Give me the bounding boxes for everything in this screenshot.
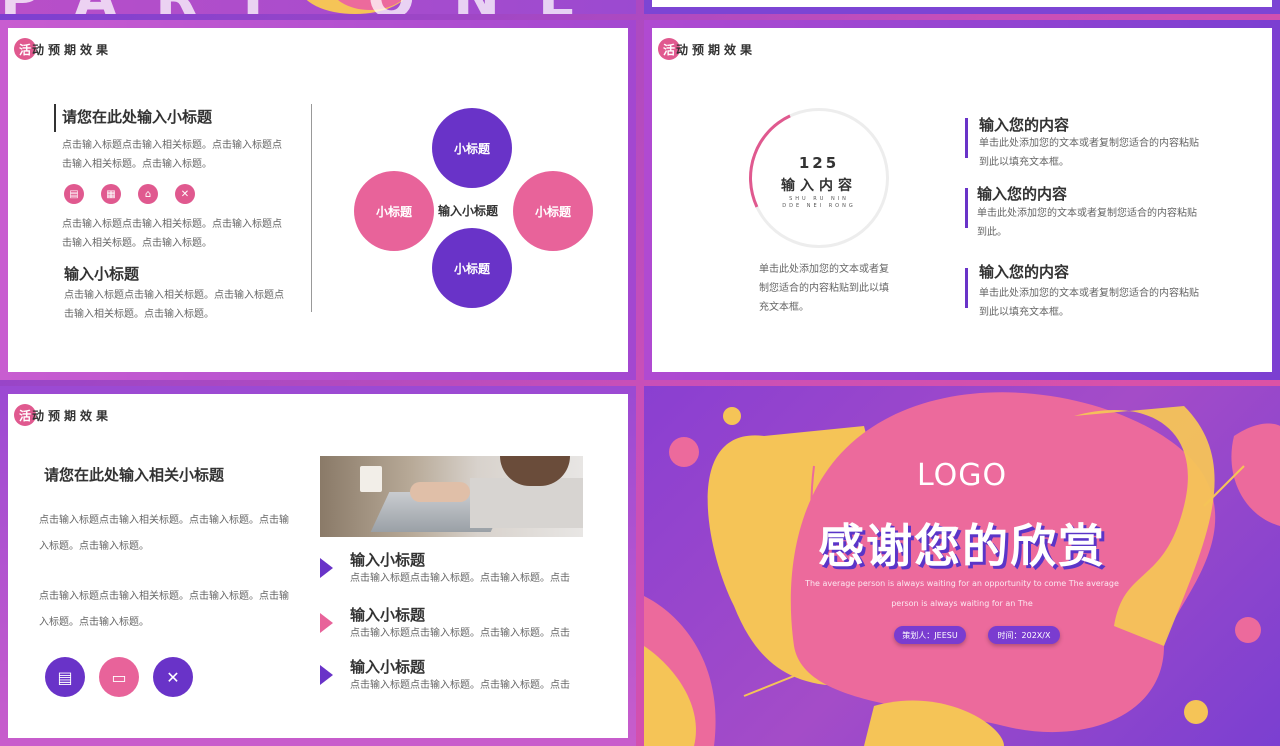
center-label: 输入小标题 (438, 204, 499, 218)
paragraph: 点击输入标题点击输入相关标题。点击输入标题点击输入相关标题。点击输入标题。 (62, 219, 282, 249)
thanks-title: 感谢您的欣赏 (818, 519, 1106, 573)
strip-inner (652, 0, 1272, 7)
paragraph: 点击输入标题点击输入相关标题。点击输入标题点击输入相关标题。点击输入标题。 (62, 140, 282, 170)
tools-icon: ✕ (153, 657, 193, 697)
ring-number: 125 (798, 154, 840, 172)
section-heading: 活 动预期效果 (14, 38, 112, 60)
slide-expected-effect-1[interactable]: 活 动预期效果 请您在此处输入小标题 点击输入标题点击输入相关标题。点击输入标题… (0, 20, 636, 380)
divider (311, 104, 312, 312)
part-title: PART ONE (0, 0, 614, 14)
paragraph: 点击输入标题点击输入相关标题。点击输入标题。点击输入标题。点击输入标题。 (39, 591, 289, 628)
slide-content: 活 动预期效果 请您在此处输入小标题 点击输入标题点击输入相关标题。点击输入标题… (8, 28, 628, 372)
item-text: 单击此处添加您的文本或者复制您适合的内容粘贴到此以填充文本框。 (979, 138, 1199, 168)
item-bar (965, 188, 968, 228)
subtitle: 输入小标题 (64, 265, 140, 283)
slide-expected-effect-3[interactable]: 活 动预期效果 请您在此处输入相关小标题 点击输入标题点击输入相关标题。点击输入… (0, 386, 636, 746)
item-text: 点击输入标题点击输入标题。点击输入标题。点击 (350, 628, 570, 639)
tools-icon: ✕ (175, 184, 195, 204)
paragraph: 点击输入标题点击输入相关标题。点击输入标题。点击输入标题。点击输入标题。 (39, 515, 289, 552)
ring-title: 输入内容 (781, 178, 857, 194)
item-text: 单击此处添加您的文本或者复制您适合的内容粘贴到此。 (977, 208, 1197, 238)
wallet-icon: ▭ (99, 657, 139, 697)
document-icon: ▤ (45, 657, 85, 697)
petal-right: 小标题 (513, 171, 593, 251)
slide-thanks[interactable]: LOGO 感谢您的欣赏 The average person is always… (644, 386, 1280, 746)
laptop-photo (320, 456, 583, 537)
petal-top: 小标题 (432, 108, 512, 188)
item-title: 输入小标题 (350, 551, 426, 569)
hand-shape (410, 482, 470, 502)
triangle-marker (320, 558, 333, 578)
slide-content: 活 动预期效果 请您在此处输入相关小标题 点击输入标题点击输入相关标题。点击输入… (8, 394, 628, 738)
petal-left: 小标题 (354, 171, 434, 251)
heading-text: 动预期效果 (32, 408, 113, 423)
slide-title: 请您在此处输入小标题 (62, 108, 213, 126)
logo-text: LOGO (916, 458, 1008, 493)
item-title: 输入小标题 (350, 658, 426, 676)
planner-pill: 策划人：JEESU (894, 626, 966, 644)
slide-content: 活 动预期效果 125 输入内容 SHU RU NIN DDE NEI RONG… (652, 28, 1272, 372)
triangle-marker (320, 613, 333, 633)
item-title: 输入您的内容 (979, 116, 1070, 134)
item-bar (965, 268, 968, 308)
heading-text: 动预期效果 (676, 42, 757, 57)
calendar-icon: ▦ (101, 184, 121, 204)
home-icon: ⌂ (138, 184, 158, 204)
petal-bottom: 小标题 (432, 228, 512, 308)
item-text: 点击输入标题点击输入标题。点击输入标题。点击 (350, 573, 570, 584)
slide-title: 请您在此处输入相关小标题 (44, 466, 225, 484)
top-left-strip: PART ONE (0, 0, 636, 14)
heading-text: 动预期效果 (32, 42, 113, 57)
section-heading: 活 动预期效果 (14, 404, 112, 426)
document-icon: ▤ (64, 184, 84, 204)
triangle-marker (320, 665, 333, 685)
thanks-subtitle: The average person is always waiting for… (805, 579, 1119, 608)
top-right-strip (644, 0, 1280, 14)
item-bar (965, 118, 968, 158)
item-title: 输入您的内容 (977, 185, 1068, 203)
paragraph: 点击输入标题点击输入相关标题。点击输入标题点击输入相关标题。点击输入标题。 (64, 290, 284, 320)
section-heading: 活 动预期效果 (658, 38, 756, 60)
ring-subtitle: SHU RU NIN DDE NEI RONG (782, 196, 856, 209)
time-pill: 时间：202X/X (988, 626, 1060, 644)
item-title: 输入小标题 (350, 606, 426, 624)
cup-shape (360, 466, 382, 492)
slide-expected-effect-2[interactable]: 活 动预期效果 125 输入内容 SHU RU NIN DDE NEI RONG… (644, 20, 1280, 380)
title-bar (54, 104, 56, 132)
item-text: 点击输入标题点击输入标题。点击输入标题。点击 (350, 680, 570, 691)
item-text: 单击此处添加您的文本或者复制您适合的内容粘贴到此以填充文本框。 (979, 288, 1199, 318)
item-title: 输入您的内容 (979, 263, 1070, 281)
paragraph: 单击此处添加您的文本或者复制您适合的内容粘贴到此以填充文本框。 (759, 264, 889, 313)
